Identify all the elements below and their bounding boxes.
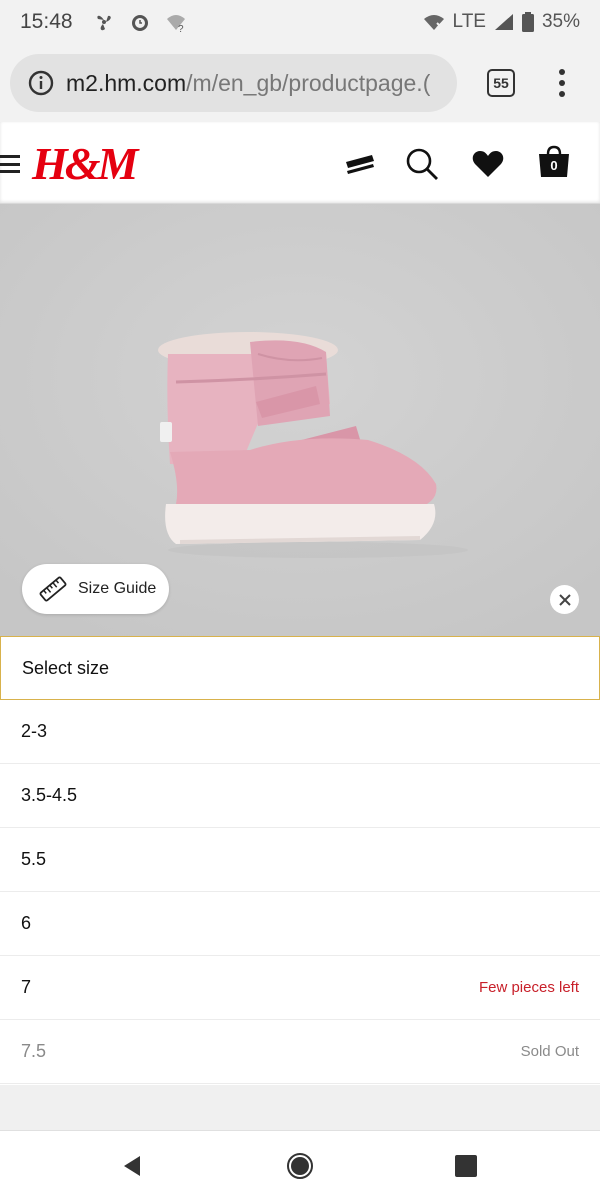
product-image[interactable]: Size Guide: [0, 204, 600, 636]
size-option[interactable]: 2-3: [0, 700, 600, 764]
bag-count: 0: [550, 158, 558, 173]
battery-icon: [521, 12, 534, 32]
browser-toolbar: m2.hm.com/m/en_gb/productpage.( 55: [0, 44, 600, 122]
heart-icon[interactable]: [468, 144, 508, 184]
size-guide-button[interactable]: Size Guide: [22, 564, 169, 614]
signal-icon: [494, 14, 513, 30]
card-icon[interactable]: [340, 144, 380, 184]
wifi-off-icon: [423, 15, 444, 30]
hm-logo[interactable]: H&M: [32, 137, 138, 190]
size-label: 7: [21, 977, 32, 997]
system-navigation-bar: [0, 1130, 600, 1199]
sold-out-note: Sold Out: [520, 1043, 579, 1060]
more-options-icon[interactable]: [557, 69, 567, 97]
alarm-icon: [131, 15, 148, 31]
low-stock-note: Few pieces left: [478, 979, 579, 996]
size-label: 2-3: [21, 721, 48, 741]
wifi-question-icon: ?: [166, 15, 185, 33]
battery-level: 35%: [541, 11, 580, 32]
ruler-icon: [39, 576, 67, 602]
size-selector: Select size 2-3 3.5-4.5 5.5 6 7 Few piec…: [0, 636, 600, 1084]
url-path: /m/en_gb/productpage.(: [186, 69, 431, 96]
status-time: 15:48: [20, 10, 73, 33]
size-guide-label: Size Guide: [78, 580, 157, 597]
menu-icon[interactable]: [0, 155, 20, 173]
bag-icon[interactable]: 0: [534, 144, 574, 184]
close-icon[interactable]: [550, 585, 579, 614]
size-option[interactable]: 7 Few pieces left: [0, 956, 600, 1020]
recents-icon[interactable]: [451, 1151, 481, 1181]
size-label: 7.5: [21, 1041, 47, 1061]
page-background: [0, 1085, 600, 1130]
tab-switcher-button[interactable]: 55: [487, 69, 515, 97]
back-icon[interactable]: [117, 1151, 147, 1181]
url-text[interactable]: m2.hm.com/m/en_gb/productpage.(: [66, 70, 430, 97]
search-icon[interactable]: [402, 144, 442, 184]
address-bar[interactable]: m2.hm.com/m/en_gb/productpage.(: [10, 54, 457, 112]
home-icon[interactable]: [285, 1151, 315, 1181]
size-label: 6: [21, 913, 32, 933]
system-status: LTE 35%: [423, 11, 580, 33]
size-label: 5.5: [21, 849, 47, 869]
notification-icons: ?: [93, 11, 187, 33]
status-bar: 15:48 ? LTE 35%: [0, 0, 600, 44]
site-header: H&M 0: [0, 122, 600, 204]
info-icon[interactable]: [28, 70, 54, 96]
size-option[interactable]: 5.5: [0, 828, 600, 892]
select-size-header[interactable]: Select size: [0, 636, 600, 700]
size-option[interactable]: 3.5-4.5: [0, 764, 600, 828]
svg-text:?: ?: [178, 24, 184, 33]
size-option-sold-out: 7.5 Sold Out: [0, 1020, 600, 1084]
url-host: m2.hm.com: [66, 69, 187, 96]
network-type: LTE: [452, 11, 486, 32]
fan-icon: [96, 15, 111, 31]
size-option[interactable]: 6: [0, 892, 600, 956]
size-label: 3.5-4.5: [21, 785, 78, 805]
